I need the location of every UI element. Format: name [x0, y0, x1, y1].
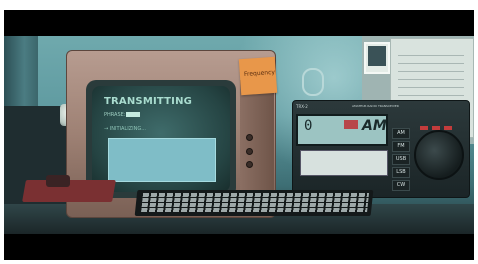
letterbox-top: [4, 10, 474, 36]
mode-button-usb[interactable]: USB: [392, 154, 410, 165]
crt-screen[interactable]: TRANSMITTING PHRASE: → INITIALIZING...: [92, 86, 230, 192]
keyboard-rows: [140, 193, 370, 213]
radio-top-button[interactable]: [420, 126, 428, 130]
crt-status-line: → INITIALIZING...: [104, 126, 146, 132]
wall-hook-icon: [302, 68, 324, 96]
mode-button-fm[interactable]: FM: [392, 141, 410, 152]
mode-button-am[interactable]: AM: [392, 128, 410, 139]
radio-model: AMATEUR RADIO TRANSCEIVER: [352, 104, 399, 108]
radio-mode: AM: [362, 118, 387, 134]
desk-object[interactable]: [46, 175, 70, 187]
radio-indicator: [344, 120, 358, 129]
crt-title: TRANSMITTING: [104, 96, 193, 107]
mode-button-lsb[interactable]: LSB: [392, 167, 410, 178]
tuning-dial-icon[interactable]: [414, 130, 464, 180]
letterbox-bottom: [4, 234, 474, 260]
monitor-knob-icon[interactable]: [246, 134, 253, 141]
radio-top-button[interactable]: [444, 126, 452, 130]
radio-signal-meter: [300, 150, 388, 176]
monitor-knob-icon[interactable]: [246, 161, 253, 168]
photo-image: [368, 46, 386, 66]
mode-button-cw[interactable]: CW: [392, 180, 410, 191]
crt-output-panel: [108, 138, 216, 182]
radio-frequency: 0: [304, 118, 313, 134]
radio-brand: TRX-2: [296, 104, 308, 109]
crt-phrase-label: PHRASE:: [104, 112, 126, 118]
monitor-knob-icon[interactable]: [246, 148, 253, 155]
crt-phrase-value: [126, 112, 140, 117]
monitor-side-panel: [240, 80, 274, 206]
